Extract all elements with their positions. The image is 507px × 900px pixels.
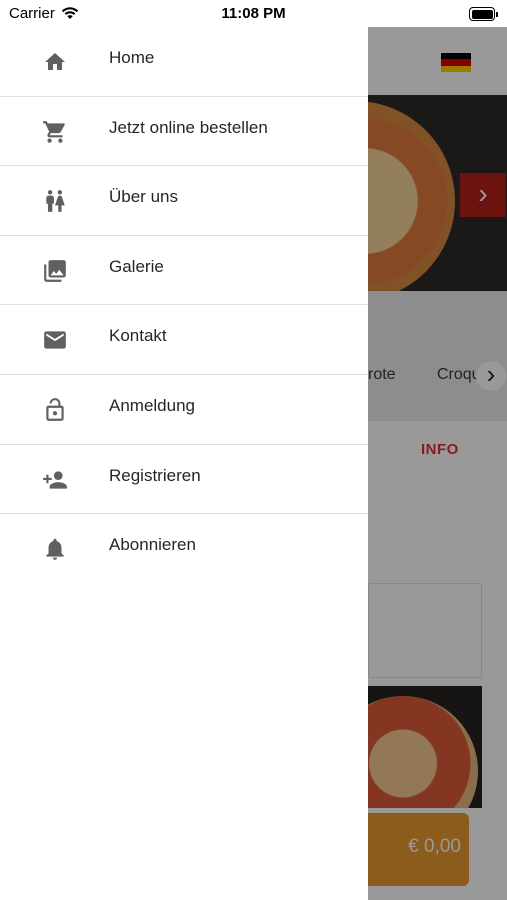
menu-item-register[interactable]: Registrieren: [0, 445, 368, 515]
menu-item-label: Jetzt online bestellen: [109, 117, 268, 137]
menu-item-label: Über uns: [109, 187, 178, 207]
menu-item-about-us[interactable]: Über uns: [0, 166, 368, 236]
menu-item-label: Abonnieren: [109, 535, 196, 555]
status-bar: Carrier 11:08 PM: [0, 0, 507, 27]
menu-item-home[interactable]: Home: [0, 27, 368, 97]
people-icon: [42, 188, 68, 214]
mail-icon: [42, 327, 68, 353]
gallery-icon: [42, 258, 68, 284]
add-user-icon: [42, 467, 68, 493]
bell-icon: [42, 536, 68, 562]
menu-item-label: Kontakt: [109, 326, 167, 346]
menu-item-gallery[interactable]: Galerie: [0, 236, 368, 306]
lock-icon: [42, 397, 68, 423]
menu-item-contact[interactable]: Kontakt: [0, 305, 368, 375]
menu-item-label: Registrieren: [109, 465, 201, 485]
menu-item-login[interactable]: Anmeldung: [0, 375, 368, 445]
cart-icon: [42, 119, 68, 145]
battery-icon: [469, 7, 498, 21]
clock: 11:08 PM: [221, 5, 286, 22]
navigation-drawer: Home Jetzt online bestellen Über uns Gal…: [0, 27, 368, 900]
menu-item-subscribe[interactable]: Abonnieren: [0, 514, 368, 584]
menu-item-label: Galerie: [109, 256, 164, 276]
menu-item-order-online[interactable]: Jetzt online bestellen: [0, 97, 368, 167]
home-icon: [42, 49, 68, 75]
menu-item-label: Home: [109, 48, 155, 67]
menu-item-label: Anmeldung: [109, 395, 196, 415]
